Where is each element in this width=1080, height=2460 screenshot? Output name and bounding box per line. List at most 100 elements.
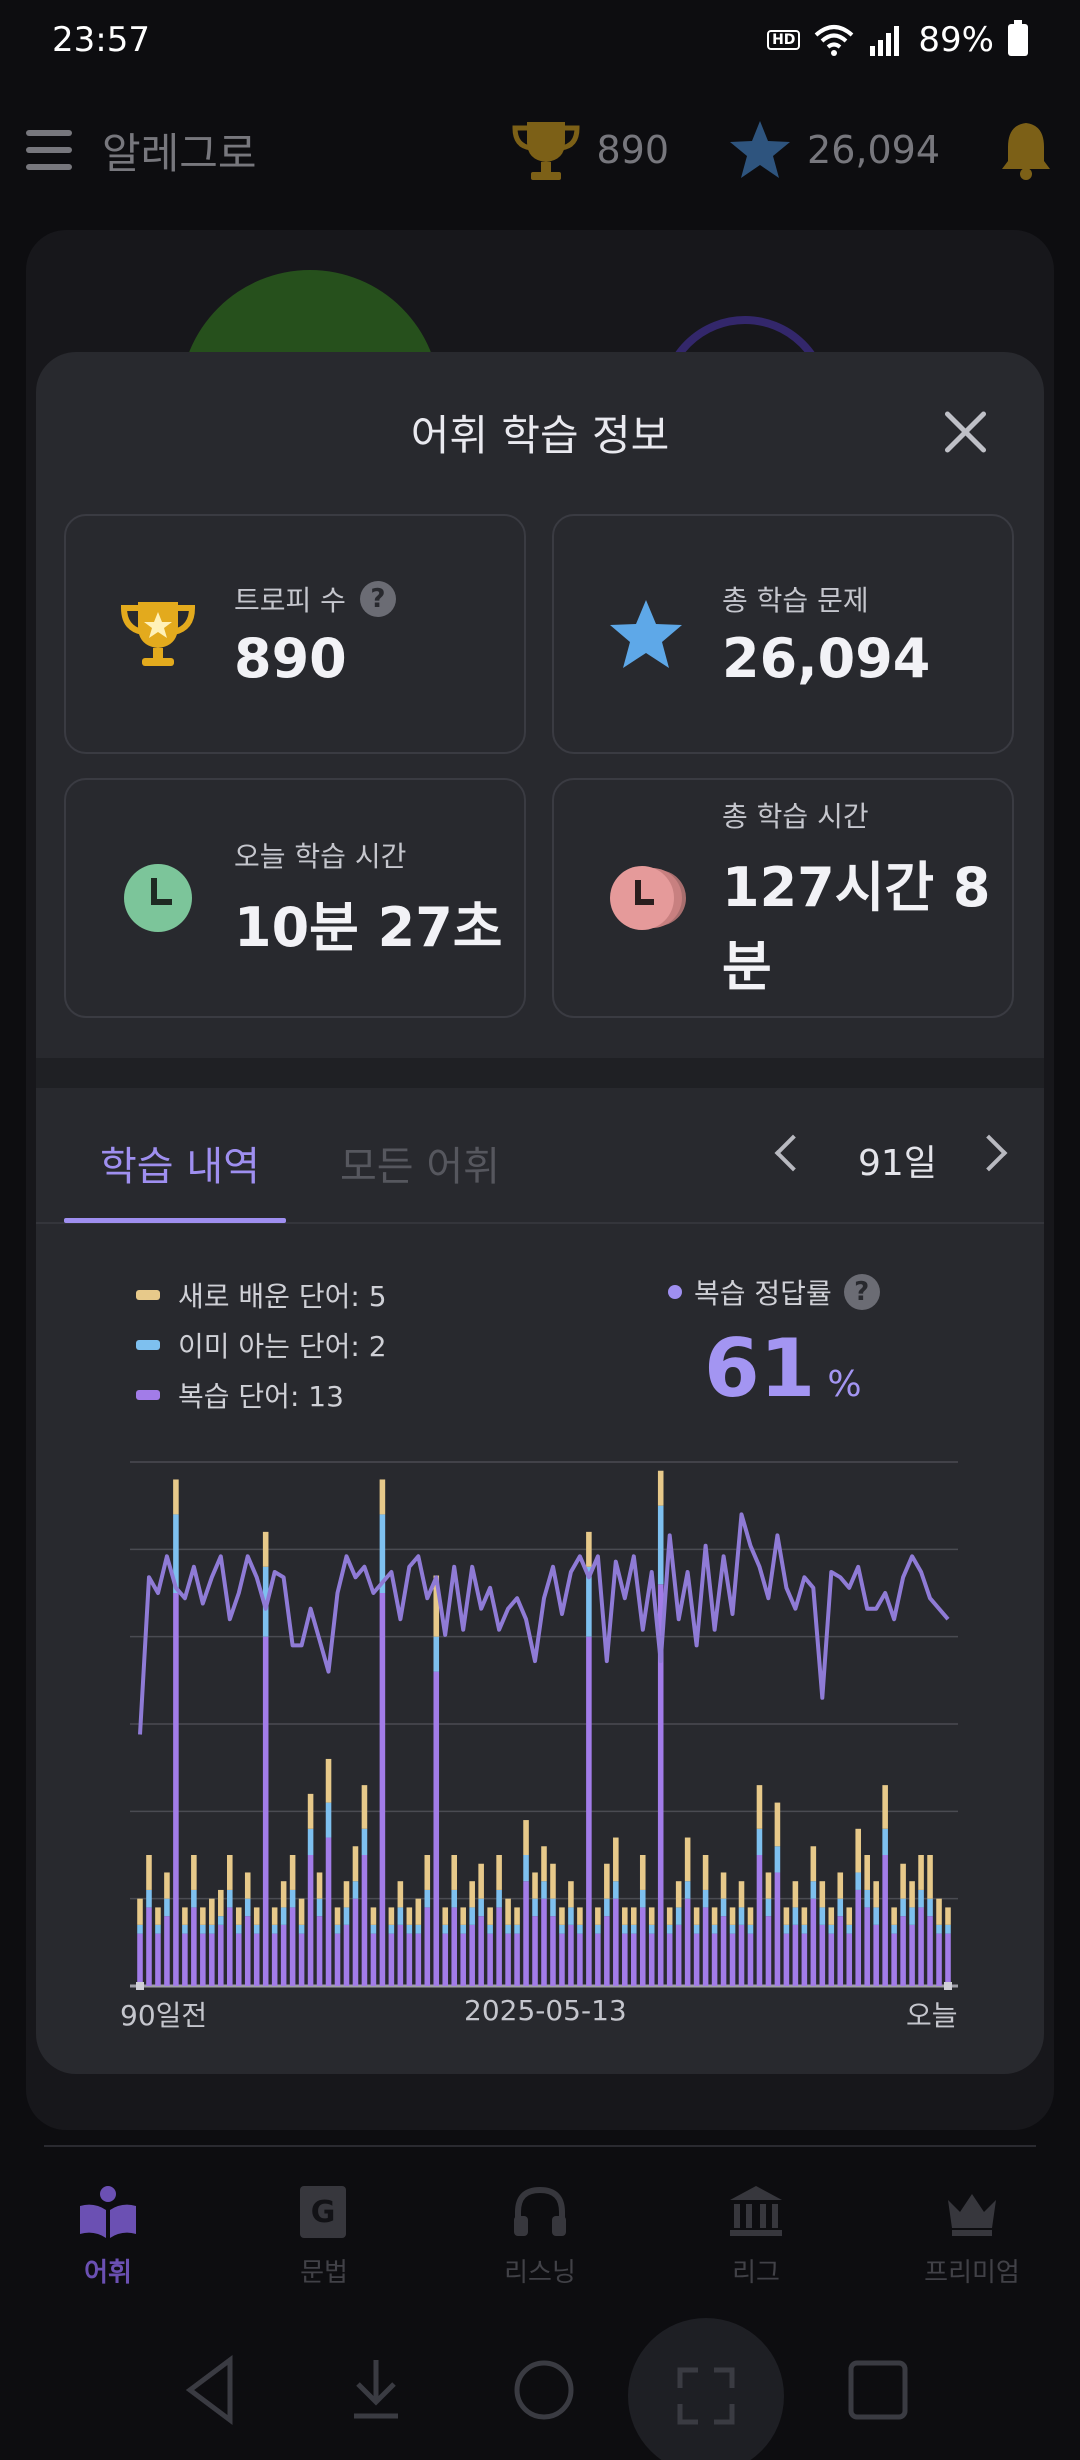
x-tick-label: 오늘	[906, 1999, 958, 2032]
nav-league[interactable]: 리그	[648, 2160, 864, 2310]
bar-review	[702, 1907, 709, 1986]
bar-known	[792, 1907, 799, 1925]
bar-known	[343, 1907, 350, 1925]
bar-known	[559, 1924, 565, 1934]
accuracy-dot	[668, 1285, 682, 1299]
book-reader-icon	[80, 2186, 136, 2238]
status-bar: 23:57 HD 89%	[0, 0, 1080, 80]
bell-icon[interactable]	[998, 119, 1054, 181]
bar-known	[514, 1924, 520, 1934]
trophy-icon	[120, 602, 196, 666]
legend-label: 이미 아는 단어: 2	[178, 1330, 387, 1363]
bar-known	[639, 1889, 646, 1908]
bar-review	[514, 1933, 520, 1986]
bar-review	[289, 1907, 296, 1986]
trophy-icon	[511, 122, 580, 180]
tab-history[interactable]: 학습 내역	[100, 1134, 260, 1192]
nav-label: 어휘	[84, 2258, 132, 2288]
bar-known	[936, 1924, 942, 1934]
bar-new	[541, 1846, 547, 1882]
stat-label: 트로피 수	[234, 583, 346, 617]
bar-new	[460, 1907, 466, 1925]
bar-review	[478, 1916, 484, 1986]
bar-review	[819, 1924, 826, 1986]
bar-new	[209, 1898, 215, 1925]
bar-known	[235, 1924, 242, 1934]
bar-new	[936, 1898, 942, 1925]
nav-premium[interactable]: 프리미엄	[864, 2160, 1080, 2310]
legend-label: 새로 배운 단어: 5	[178, 1280, 387, 1313]
nav-grammar[interactable]: G 문법	[216, 2160, 432, 2310]
bar-review	[738, 1924, 745, 1986]
bar-review	[496, 1907, 502, 1986]
menu-icon[interactable]	[26, 130, 72, 170]
bar-review	[442, 1933, 449, 1986]
bar-review	[262, 1636, 269, 1986]
nav-vocab[interactable]: 어휘	[0, 2160, 216, 2310]
bar-known	[657, 1505, 664, 1585]
bar-new	[622, 1907, 628, 1925]
bar-known	[864, 1889, 870, 1908]
bar-review	[316, 1916, 323, 1986]
app-title: 알레그로	[102, 128, 257, 178]
recents-icon[interactable]	[846, 2350, 910, 2430]
help-icon[interactable]: ?	[359, 580, 396, 617]
appbar-star-count: 26,094	[807, 128, 940, 172]
bar-review	[613, 1898, 619, 1986]
bar-review	[388, 1933, 395, 1986]
nav-label: 리그	[732, 2258, 780, 2288]
back-icon[interactable]	[180, 2350, 240, 2430]
bar-review	[397, 1924, 404, 1986]
bar-review	[334, 1933, 341, 1986]
bar-known	[595, 1924, 601, 1934]
vocab-stats-modal: 어휘 학습 정보 트로피 수? 890 총 학습 문제 26,094 오늘 학습…	[36, 352, 1044, 2074]
axis-end-marker	[944, 1982, 952, 1990]
bar-review	[909, 1924, 915, 1986]
bar-known	[801, 1924, 808, 1934]
bar-review	[568, 1924, 574, 1986]
modal-title: 어휘 학습 정보	[410, 411, 670, 460]
legend-item-new: 새로 배운 단어: 5	[136, 1270, 387, 1320]
bar-review	[271, 1933, 278, 1986]
download-icon[interactable]	[346, 2350, 406, 2430]
bar-review	[828, 1933, 835, 1986]
bar-new	[424, 1855, 431, 1890]
chevron-left-icon[interactable]	[774, 1134, 812, 1172]
bar-new	[927, 1855, 933, 1899]
bar-new	[639, 1855, 646, 1890]
bar-new	[289, 1855, 296, 1890]
star-icon	[610, 600, 682, 668]
screenshot-button[interactable]	[628, 2318, 784, 2460]
bar-review	[639, 1907, 646, 1986]
bar-known	[774, 1846, 781, 1873]
help-icon[interactable]: ?	[843, 1274, 880, 1310]
bar-known	[738, 1907, 745, 1925]
bar-new	[684, 1837, 691, 1882]
bar-known	[388, 1924, 395, 1934]
bar-known	[451, 1889, 458, 1908]
bar-new	[891, 1907, 897, 1925]
bar-known	[747, 1924, 754, 1934]
bar-review	[586, 1636, 592, 1986]
bar-review	[756, 1855, 763, 1986]
bar-known	[909, 1907, 915, 1925]
bar-new	[253, 1907, 260, 1925]
nav-listening[interactable]: 리스닝	[432, 2160, 648, 2310]
bar-new	[747, 1907, 754, 1925]
bar-review	[666, 1933, 673, 1986]
bar-known	[316, 1898, 323, 1917]
close-button[interactable]	[942, 408, 990, 456]
app-bar: 알레그로 890 26,094	[0, 100, 1080, 200]
chevron-right-icon[interactable]	[970, 1134, 1008, 1172]
home-icon[interactable]	[512, 2350, 576, 2430]
stat-label: 총 학습 문제	[722, 583, 869, 617]
bar-known	[918, 1889, 924, 1908]
bar-new	[280, 1881, 287, 1908]
bar-known	[675, 1907, 682, 1925]
stat-card-today-time: 오늘 학습 시간 10분 27초	[64, 778, 526, 1018]
bar-known	[630, 1924, 637, 1934]
tab-all-words[interactable]: 모든 어휘	[340, 1134, 500, 1192]
bar-new	[173, 1479, 179, 1515]
bar-new	[514, 1907, 520, 1925]
bar-review	[927, 1916, 933, 1986]
